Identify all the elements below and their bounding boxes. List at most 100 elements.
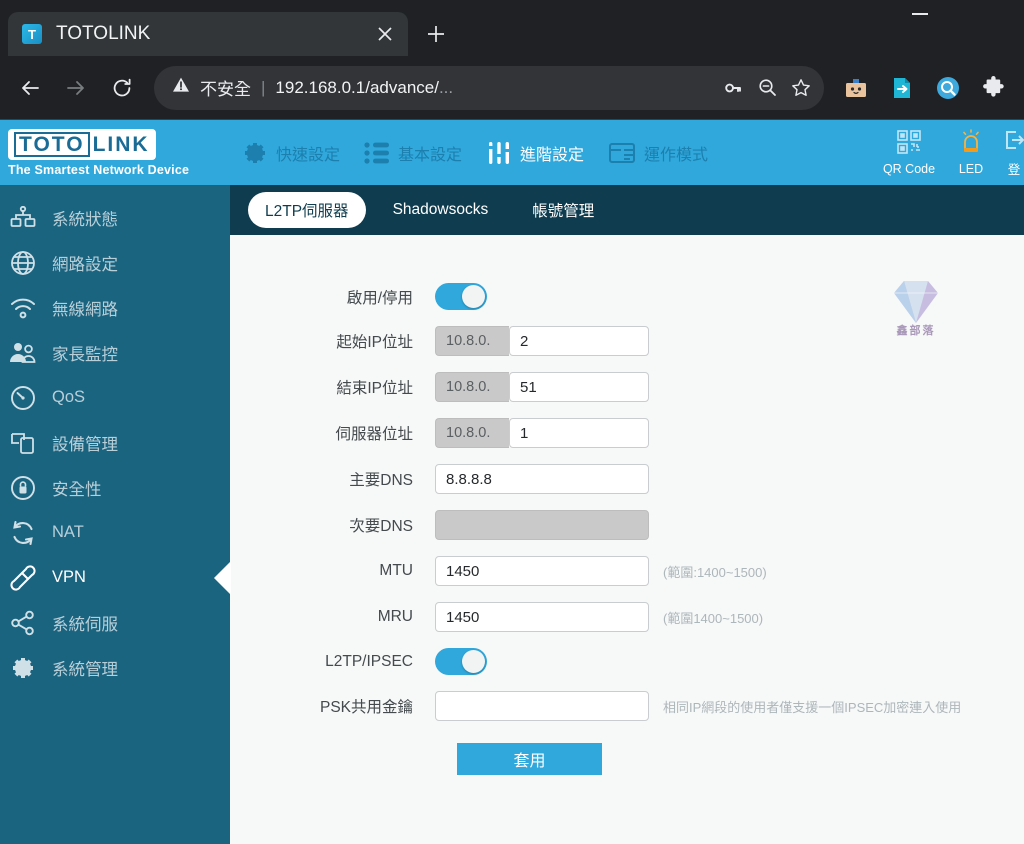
back-arrow-icon[interactable] xyxy=(8,66,52,110)
tab-l2tp-server[interactable]: L2TP伺服器 xyxy=(248,192,366,228)
url-text: 192.168.0.1/advance/... xyxy=(275,77,454,97)
ipsec-toggle[interactable] xyxy=(435,648,487,675)
sidebar-item-system-service[interactable]: 系統伺服 xyxy=(0,600,230,645)
content-tabbar: L2TP伺服器 Shadowsocks 帳號管理 xyxy=(230,185,1024,235)
end-ip-label: 結束IP位址 xyxy=(336,380,413,397)
sidebar-label: 設備管理 xyxy=(52,435,118,454)
row-server-ip: 伺服器位址 10.8.0. 1 xyxy=(230,418,1024,448)
led-lamp-icon xyxy=(959,129,983,160)
qr-code-button[interactable]: QR Code xyxy=(880,129,938,176)
wifi-icon xyxy=(8,296,38,320)
sidebar-item-system-management[interactable]: 系統管理 xyxy=(0,645,230,690)
sidebar-label: 無線網路 xyxy=(52,300,118,319)
topnav-item-quick-setup[interactable]: 快速設定 xyxy=(230,140,352,166)
logout-label: 登 xyxy=(1007,162,1021,177)
sidebar-label: QoS xyxy=(52,388,86,406)
browser-tab[interactable]: T TOTOLINK xyxy=(8,12,408,56)
sidebar-item-device-management[interactable]: 設備管理 xyxy=(0,420,230,465)
star-icon[interactable] xyxy=(784,71,818,105)
topnav-label: 運作模式 xyxy=(644,146,709,164)
qr-code-icon xyxy=(896,129,922,160)
puzzle-extensions-icon[interactable] xyxy=(978,72,1010,104)
list-icon xyxy=(364,141,390,165)
sidebar-label: 系統伺服 xyxy=(52,615,118,634)
start-ip-input[interactable]: 2 xyxy=(509,326,649,356)
logo[interactable]: TOTO LINK The Smartest Network Device xyxy=(0,128,230,177)
toggle-knob xyxy=(462,650,485,673)
sidebar-label: 網路設定 xyxy=(52,255,118,274)
sidebar-item-vpn[interactable]: VPN xyxy=(0,555,231,600)
end-ip-input[interactable]: 51 xyxy=(509,372,649,402)
address-bar[interactable]: 不安全 | 192.168.0.1/advance/... xyxy=(154,65,824,110)
sidebar-label: NAT xyxy=(52,523,84,541)
top-right-actions: QR Code LED 登 xyxy=(880,128,1024,178)
topnav-item-advanced-setup[interactable]: 進階設定 xyxy=(474,140,596,166)
page-content: TOTO LINK The Smartest Network Device 快速設… xyxy=(0,120,1024,844)
logout-button[interactable]: 登 xyxy=(1004,128,1024,178)
start-ip-label: 起始IP位址 xyxy=(336,334,413,351)
row-psk: PSK共用金鑰 相同IP網段的使用者僅支援一個IPSEC加密連入使用 xyxy=(230,691,1024,721)
sidebar-item-network-settings[interactable]: 網路設定 xyxy=(0,240,230,285)
browser-tabstrip: T TOTOLINK xyxy=(0,0,1024,56)
row-start-ip: 起始IP位址 10.8.0. 2 xyxy=(230,326,1024,356)
mtu-label: MTU xyxy=(379,562,413,579)
start-ip-group: 10.8.0. 2 xyxy=(435,326,649,356)
gear-icon xyxy=(8,655,38,681)
topnav-label: 基本設定 xyxy=(398,146,463,164)
server-ip-input[interactable]: 1 xyxy=(509,418,649,448)
reload-icon[interactable] xyxy=(100,66,144,110)
topnav-label: 進階設定 xyxy=(520,146,585,164)
not-secure-warning-icon[interactable] xyxy=(172,76,190,99)
box-robot-extension-icon[interactable] xyxy=(840,72,872,104)
parental-control-icon xyxy=(8,341,38,365)
topnav-item-operation-mode[interactable]: 運作模式 xyxy=(596,141,720,165)
export-extension-icon[interactable] xyxy=(886,72,918,104)
search-magnifier-extension-icon[interactable] xyxy=(932,72,964,104)
sidebar-item-security[interactable]: 安全性 xyxy=(0,465,230,510)
mtu-hint: (範圍:1400~1500) xyxy=(663,564,767,580)
security-status-label: 不安全 xyxy=(200,80,251,99)
logo-tagline: The Smartest Network Device xyxy=(8,162,190,177)
led-button[interactable]: LED xyxy=(942,129,1000,176)
sidebar-item-parental-control[interactable]: 家長監控 xyxy=(0,330,230,375)
topnav-label: 快速設定 xyxy=(276,146,341,164)
network-status-icon xyxy=(8,205,38,230)
mru-input[interactable]: 1450 xyxy=(435,602,649,632)
row-end-ip: 結束IP位址 10.8.0. 51 xyxy=(230,372,1024,402)
zoom-out-icon[interactable] xyxy=(750,71,784,105)
row-apply: 套用 xyxy=(230,743,1024,775)
server-ip-prefix: 10.8.0. xyxy=(435,418,509,448)
mru-hint: (範圍1400~1500) xyxy=(663,610,764,626)
row-l2tp-ipsec: L2TP/IPSEC xyxy=(230,648,1024,675)
minimize-icon[interactable] xyxy=(898,4,942,24)
primary-dns-input[interactable]: 8.8.8.8 xyxy=(435,464,649,494)
tab-shadowsocks[interactable]: Shadowsocks xyxy=(376,194,506,226)
tab-account-management[interactable]: 帳號管理 xyxy=(515,192,611,228)
sidebar-item-qos[interactable]: QoS xyxy=(0,375,230,420)
plus-icon[interactable] xyxy=(416,14,456,54)
l2tp-server-form: 啟用/停用 起始IP位址 10.8.0. 2 結束IP位址 10.8.0. 51… xyxy=(230,235,1024,791)
logo-box: TOTO LINK xyxy=(8,128,156,160)
topnav-item-basic-setup[interactable]: 基本設定 xyxy=(352,141,474,165)
row-enable: 啟用/停用 xyxy=(230,283,1024,310)
tab-favicon-icon: T xyxy=(22,24,42,44)
key-chain-icon xyxy=(8,564,38,591)
led-label: LED xyxy=(958,162,984,176)
active-indicator-arrow-icon xyxy=(214,560,231,595)
logo-link: LINK xyxy=(92,132,150,156)
mtu-input[interactable]: 1450 xyxy=(435,556,649,586)
sidebar-label: 安全性 xyxy=(52,480,102,499)
enable-toggle[interactable] xyxy=(435,283,487,310)
forward-arrow-icon[interactable] xyxy=(54,66,98,110)
apply-button[interactable]: 套用 xyxy=(457,743,602,775)
mode-window-icon xyxy=(608,141,636,165)
sidebar-item-wireless[interactable]: 無線網路 xyxy=(0,285,230,330)
key-icon[interactable] xyxy=(716,71,750,105)
row-mru: MRU 1450 (範圍1400~1500) xyxy=(230,602,1024,632)
sidebar-item-system-status[interactable]: 系統狀態 xyxy=(0,195,230,240)
close-icon[interactable] xyxy=(372,21,398,47)
gear-icon xyxy=(242,140,268,166)
psk-input[interactable] xyxy=(435,691,649,721)
start-ip-prefix: 10.8.0. xyxy=(435,326,509,356)
sidebar-item-nat[interactable]: NAT xyxy=(0,510,230,555)
